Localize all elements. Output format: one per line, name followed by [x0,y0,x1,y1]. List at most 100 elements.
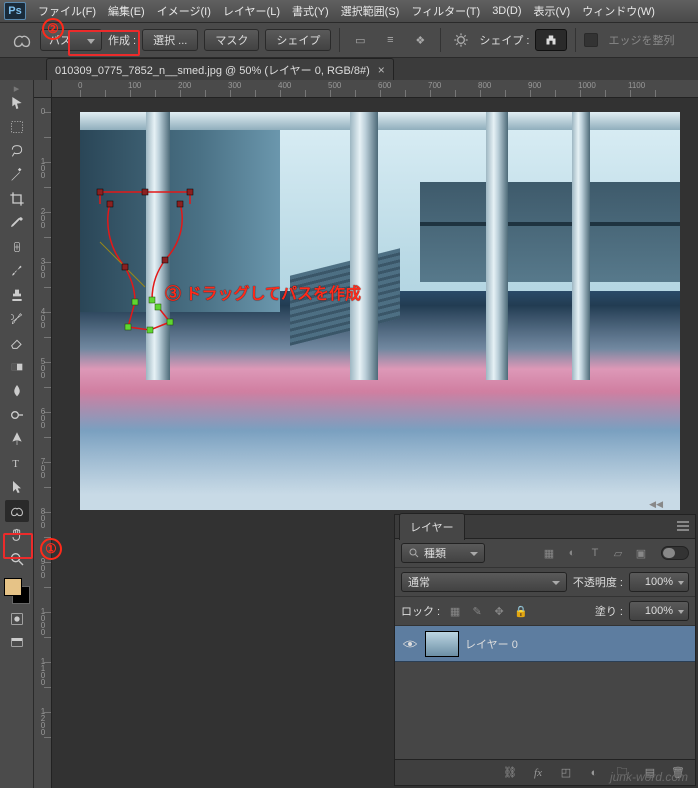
filter-shape-icon[interactable]: ▱ [608,544,628,562]
fill-input[interactable]: 100% [629,601,689,621]
color-swatches[interactable] [4,578,30,604]
tool-mode-dropdown[interactable]: パス [40,29,102,51]
trash-icon[interactable]: 🗑 [669,764,687,782]
crop-tool[interactable] [5,188,29,210]
ruler-horizontal[interactable]: 010020030040050060070080090010001100 [52,80,698,98]
tool-mode-value: パス [49,32,71,48]
layers-panel: ◀◀ レイヤー 種類 ▦ ◐ T ▱ ▣ [394,514,696,786]
layers-tab[interactable]: レイヤー [399,513,465,540]
screenmode-toggle[interactable] [5,632,29,654]
healing-tool[interactable] [5,236,29,258]
document-tab-bar: 010309_0775_7852_n__smed.jpg @ 50% (レイヤー… [0,58,698,80]
layer-fx-icon[interactable]: fx [529,764,547,782]
make-label: 作成 : [108,32,136,48]
panel-menu-icon[interactable] [675,519,691,533]
lock-all-icon[interactable]: 🔒 [512,603,530,619]
panel-collapse-icon[interactable]: ◀◀ [649,499,663,510]
filter-type-icon[interactable]: T [585,544,605,562]
menu-view[interactable]: 表示(V) [528,0,577,22]
menu-edit[interactable]: 編集(E) [102,0,151,22]
path-arrange-icon[interactable]: ❖ [408,29,432,51]
brush-tool[interactable] [5,260,29,282]
magic-wand-tool[interactable] [5,164,29,186]
path-op-new-icon[interactable]: ▭ [348,29,372,51]
ruler-origin[interactable] [34,80,52,98]
zoom-tool[interactable] [5,548,29,570]
layer-row[interactable]: レイヤー 0 [395,626,695,662]
filter-pixel-icon[interactable]: ▦ [539,544,559,562]
fill-value: 100% [645,605,673,617]
eraser-tool[interactable] [5,332,29,354]
type-tool[interactable]: T [5,452,29,474]
layer-filter-type[interactable]: 種類 [401,543,485,563]
history-brush-tool[interactable] [5,308,29,330]
foreground-color[interactable] [4,578,22,596]
fill-label: 塗り : [595,603,623,619]
gradient-tool[interactable] [5,356,29,378]
search-icon [408,547,420,559]
menu-layer[interactable]: レイヤー(L) [217,0,286,22]
ruler-vertical[interactable]: 0100200300400500600700800900100011001200 [34,98,52,788]
filter-adjust-icon[interactable]: ◐ [562,544,582,562]
make-selection-button[interactable]: 選択 ... [142,29,198,51]
tool-preset-icon[interactable] [8,29,36,51]
opacity-label: 不透明度 : [573,574,623,590]
make-mask-button[interactable]: マスク [204,29,259,51]
new-layer-icon[interactable]: ▤ [641,764,659,782]
link-layers-icon[interactable]: ⛓ [501,764,519,782]
lock-paint-icon[interactable]: ✎ [468,603,486,619]
group-icon[interactable]: 🗀 [613,764,631,782]
visibility-icon[interactable] [401,635,419,653]
align-edges-checkbox[interactable] [584,33,598,47]
blend-mode-dropdown[interactable]: 通常 [401,572,567,592]
gear-icon[interactable] [449,29,473,51]
toolbox-grip[interactable]: ▸ [5,84,29,92]
menu-filter[interactable]: フィルター(T) [405,0,486,22]
adjustment-layer-icon[interactable]: ◐ [585,764,603,782]
menu-window[interactable]: ウィンドウ(W) [576,0,661,22]
align-edges-label: エッジを整列 [608,32,674,48]
toolbox: ▸ T [0,80,34,788]
layer-mask-icon[interactable]: ◰ [557,764,575,782]
menu-select[interactable]: 選択範囲(S) [335,0,406,22]
path-select-tool[interactable] [5,476,29,498]
pen-tool[interactable] [5,428,29,450]
blend-mode-value: 通常 [408,574,430,590]
close-icon[interactable]: × [378,63,385,77]
move-tool[interactable] [5,92,29,114]
lock-position-icon[interactable]: ✥ [490,603,508,619]
custom-shape-tool[interactable] [5,500,29,522]
menu-3d[interactable]: 3D(D) [486,2,527,20]
eyedropper-tool[interactable] [5,212,29,234]
marquee-tool[interactable] [5,116,29,138]
blur-tool[interactable] [5,380,29,402]
document-canvas[interactable] [80,112,680,510]
opacity-input[interactable]: 100% [629,572,689,592]
filter-smart-icon[interactable]: ▣ [631,544,651,562]
options-bar: パス 作成 : 選択 ... マスク シェイプ ▭ ≡ ❖ シェイプ : エッジ… [0,22,698,58]
menu-image[interactable]: イメージ(I) [151,0,217,22]
stamp-tool[interactable] [5,284,29,306]
separator [339,28,340,52]
lasso-tool[interactable] [5,140,29,162]
filter-label: 種類 [424,545,446,561]
quickmask-toggle[interactable] [5,608,29,630]
opacity-value: 100% [645,576,673,588]
canvas-area[interactable]: 010020030040050060070080090010001100 010… [34,80,698,788]
menu-file[interactable]: ファイル(F) [32,0,102,22]
document-tab[interactable]: 010309_0775_7852_n__smed.jpg @ 50% (レイヤー… [46,58,394,81]
hand-tool[interactable] [5,524,29,546]
dodge-tool[interactable] [5,404,29,426]
app-logo: Ps [4,2,26,20]
path-align-icon[interactable]: ≡ [378,29,402,51]
filter-toggle[interactable] [661,546,689,560]
layer-name[interactable]: レイヤー 0 [465,636,518,652]
layer-thumbnail[interactable] [425,631,459,657]
make-shape-button[interactable]: シェイプ [265,29,331,51]
custom-shape-picker[interactable] [535,29,567,51]
layers-list[interactable]: レイヤー 0 [395,626,695,759]
menu-type[interactable]: 書式(Y) [286,0,335,22]
lock-pixels-icon[interactable]: ▦ [446,603,464,619]
separator [575,28,576,52]
shape-label: シェイプ : [479,32,529,48]
